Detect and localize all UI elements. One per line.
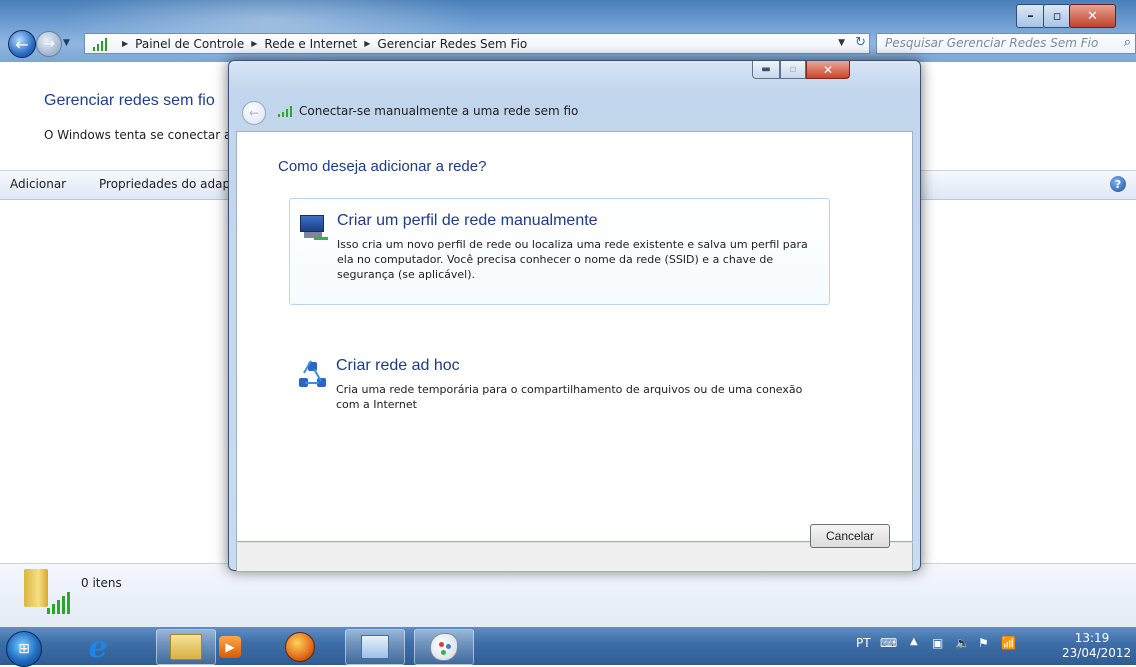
dialog-question: Como deseja adicionar a rede? — [278, 158, 487, 175]
search-placeholder: Pesquisar Gerenciar Redes Sem Fio — [885, 36, 1099, 50]
page-description: O Windows tenta se conectar a — [44, 128, 232, 142]
add-button[interactable]: Adicionar — [10, 177, 66, 191]
details-pane — [0, 563, 1136, 628]
control-panel-icon[interactable] — [345, 629, 405, 665]
option-title: Criar rede ad hoc — [336, 357, 460, 374]
start-button[interactable]: ⊞ — [6, 631, 42, 667]
breadcrumb-item-control-panel[interactable]: Painel de Controle — [135, 37, 244, 51]
internet-explorer-icon[interactable]: e — [68, 629, 128, 665]
breadcrumb-item-network[interactable]: Rede e Internet — [264, 37, 357, 51]
clock[interactable]: 13:19 23/04/2012 — [1062, 631, 1132, 661]
dialog-title: Conectar-se manualmente a uma rede sem f… — [299, 104, 579, 118]
dialog-close-button[interactable]: ✕ — [806, 61, 850, 79]
forward-arrow-icon[interactable]: → — [36, 31, 62, 57]
network-signal-icon — [91, 37, 109, 51]
network-tray-icon[interactable]: ▣ — [932, 636, 943, 650]
network-pc-icon — [300, 215, 328, 243]
dialog-maximize-button: ▫ — [780, 61, 806, 79]
breadcrumb-separator-icon: ▶ — [364, 39, 371, 48]
dialog-body: Como deseja adicionar a rede? Criar um p… — [236, 131, 913, 542]
breadcrumb: ▶ Painel de Controle ▶ Rede e Internet ▶… — [115, 37, 527, 51]
navigation-bar: ← → ▼ ▶ Painel de Controle ▶ Rede e Inte… — [0, 30, 1136, 60]
help-icon[interactable]: ? — [1110, 176, 1126, 192]
option-title: Criar um perfil de rede manualmente — [337, 212, 598, 229]
volume-icon[interactable]: 🔈 — [955, 636, 970, 650]
back-arrow-icon[interactable]: ← — [8, 30, 36, 58]
cancel-button[interactable]: Cancelar — [810, 524, 890, 548]
refresh-icon[interactable]: ↻ — [855, 35, 866, 50]
firefox-icon[interactable] — [270, 629, 330, 665]
breadcrumb-item-wireless[interactable]: Gerenciar Redes Sem Fio — [377, 37, 527, 51]
keyboard-icon[interactable]: ⌨ — [880, 636, 897, 650]
wireless-tray-icon[interactable]: 📶 — [1001, 636, 1016, 650]
option-description: Isso cria um novo perfil de rede ou loca… — [337, 238, 808, 281]
address-bar[interactable]: ▶ Painel de Controle ▶ Rede e Internet ▶… — [84, 33, 870, 54]
dialog-back-arrow-icon: ← — [242, 101, 266, 125]
page-title: Gerenciar redes sem fio — [44, 92, 215, 109]
minimize-button[interactable]: – — [1016, 4, 1045, 28]
clock-date: 23/04/2012 — [1062, 646, 1132, 660]
search-icon[interactable]: ⌕ — [1124, 35, 1131, 50]
search-input[interactable]: Pesquisar Gerenciar Redes Sem Fio ⌕ — [876, 33, 1136, 54]
action-center-flag-icon[interactable]: ⚑ — [978, 636, 989, 650]
breadcrumb-separator-icon: ▶ — [122, 39, 129, 48]
media-player-icon[interactable]: ▶ — [200, 629, 260, 665]
items-count: 0 itens — [81, 576, 122, 590]
breadcrumb-separator-icon: ▶ — [251, 39, 258, 48]
adapter-properties-button[interactable]: Propriedades do adap — [99, 177, 230, 191]
option-description: Cria uma rede temporária para o comparti… — [336, 383, 803, 411]
close-button[interactable]: ✕ — [1069, 4, 1116, 28]
address-dropdown-icon[interactable]: ▼ — [838, 38, 845, 48]
signal-bars-icon — [44, 590, 72, 614]
recent-pages-dropdown-icon[interactable]: ▼ — [63, 38, 70, 48]
paint-icon[interactable] — [414, 629, 474, 665]
maximize-button[interactable]: ▫ — [1043, 4, 1071, 28]
language-indicator[interactable]: PT — [856, 636, 871, 650]
option-adhoc-network[interactable]: Criar rede ad hoc Cria uma rede temporár… — [289, 344, 830, 414]
connect-manually-dialog: ▬ ▫ ✕ ← Conectar-se manualmente a uma re… — [228, 60, 921, 572]
adhoc-network-icon — [299, 360, 327, 388]
option-manual-profile[interactable]: Criar um perfil de rede manualmente Isso… — [289, 198, 830, 305]
wireless-signal-icon — [277, 105, 295, 117]
dialog-minimize-button[interactable]: ▬ — [752, 61, 780, 79]
show-hidden-icons-icon[interactable]: ▲ — [910, 636, 918, 647]
clock-time: 13:19 — [1074, 631, 1110, 645]
